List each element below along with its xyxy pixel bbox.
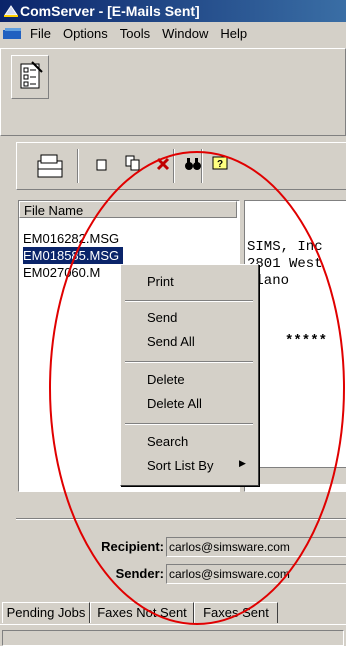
- sender-label: Sender:: [115, 566, 164, 581]
- context-menu-sort-list-by[interactable]: Sort List By: [147, 457, 213, 475]
- delete-icon[interactable]: [155, 156, 171, 172]
- list-item[interactable]: EM027060.M: [23, 264, 100, 281]
- title-bar: ComServer - [E-Mails Sent]: [0, 0, 346, 22]
- tab-faxes-not-sent[interactable]: Faxes Not Sent: [90, 602, 194, 623]
- menu-separator: [125, 300, 253, 302]
- help-icon[interactable]: ?: [211, 155, 229, 173]
- column-header-file-name[interactable]: File Name: [19, 201, 237, 218]
- context-menu-search[interactable]: Search: [147, 433, 188, 451]
- mdi-window-icon[interactable]: [2, 27, 24, 41]
- submenu-arrow-icon: ▶: [239, 458, 246, 468]
- svg-text:?: ?: [217, 159, 223, 170]
- menu-items: File Options Tools Window Help: [24, 22, 253, 46]
- context-menu: Print Send Send All Delete Delete All Se…: [120, 264, 259, 486]
- copy-icon[interactable]: [125, 155, 141, 173]
- recipient-label: Recipient:: [101, 539, 164, 554]
- horizontal-scrollbar[interactable]: [257, 467, 346, 484]
- message-preview: SIMS, Inc 2801 West Plano *****: [244, 200, 346, 492]
- find-icon[interactable]: [183, 156, 203, 172]
- form-button[interactable]: [11, 55, 49, 99]
- tab-baseline: [0, 624, 346, 625]
- outbox-icon[interactable]: [35, 151, 65, 181]
- checklist-icon: [20, 61, 43, 89]
- context-menu-print[interactable]: Print: [147, 273, 174, 291]
- menu-options[interactable]: Options: [57, 22, 114, 46]
- toolbar-separator: [201, 149, 203, 183]
- tab-pending-jobs[interactable]: Pending Jobs: [2, 602, 90, 623]
- context-menu-send-all[interactable]: Send All: [147, 333, 195, 351]
- menu-file[interactable]: File: [24, 22, 57, 46]
- menu-tools[interactable]: Tools: [114, 22, 156, 46]
- status-bar: [2, 630, 344, 646]
- new-icon[interactable]: [95, 158, 109, 172]
- app-icon: [4, 5, 18, 17]
- menu-bar: File Options Tools Window Help: [0, 22, 346, 46]
- tab-faxes-sent[interactable]: Faxes Sent: [194, 602, 278, 623]
- menu-separator: [125, 423, 253, 425]
- recipient-field[interactable]: carlos@simsware.com: [166, 537, 346, 557]
- context-menu-delete[interactable]: Delete: [147, 371, 185, 389]
- toolbar-separator: [77, 149, 79, 183]
- menu-window[interactable]: Window: [156, 22, 214, 46]
- toolbar-separator: [173, 149, 175, 183]
- context-menu-send[interactable]: Send: [147, 309, 177, 327]
- list-item-selected[interactable]: EM018585.MSG: [21, 246, 125, 265]
- window-title: ComServer - [E-Mails Sent]: [20, 3, 200, 19]
- preview-line: SIMS, Inc: [247, 239, 323, 255]
- mail-toolbar: ?: [16, 142, 346, 190]
- main-toolbar: [0, 48, 346, 136]
- preview-line: *****: [285, 333, 328, 349]
- sender-field[interactable]: carlos@simsware.com: [166, 564, 346, 584]
- menu-help[interactable]: Help: [214, 22, 253, 46]
- list-item[interactable]: EM016282.MSG: [23, 230, 119, 247]
- menu-separator: [125, 361, 253, 363]
- context-menu-delete-all[interactable]: Delete All: [147, 395, 202, 413]
- details-divider: [16, 518, 346, 520]
